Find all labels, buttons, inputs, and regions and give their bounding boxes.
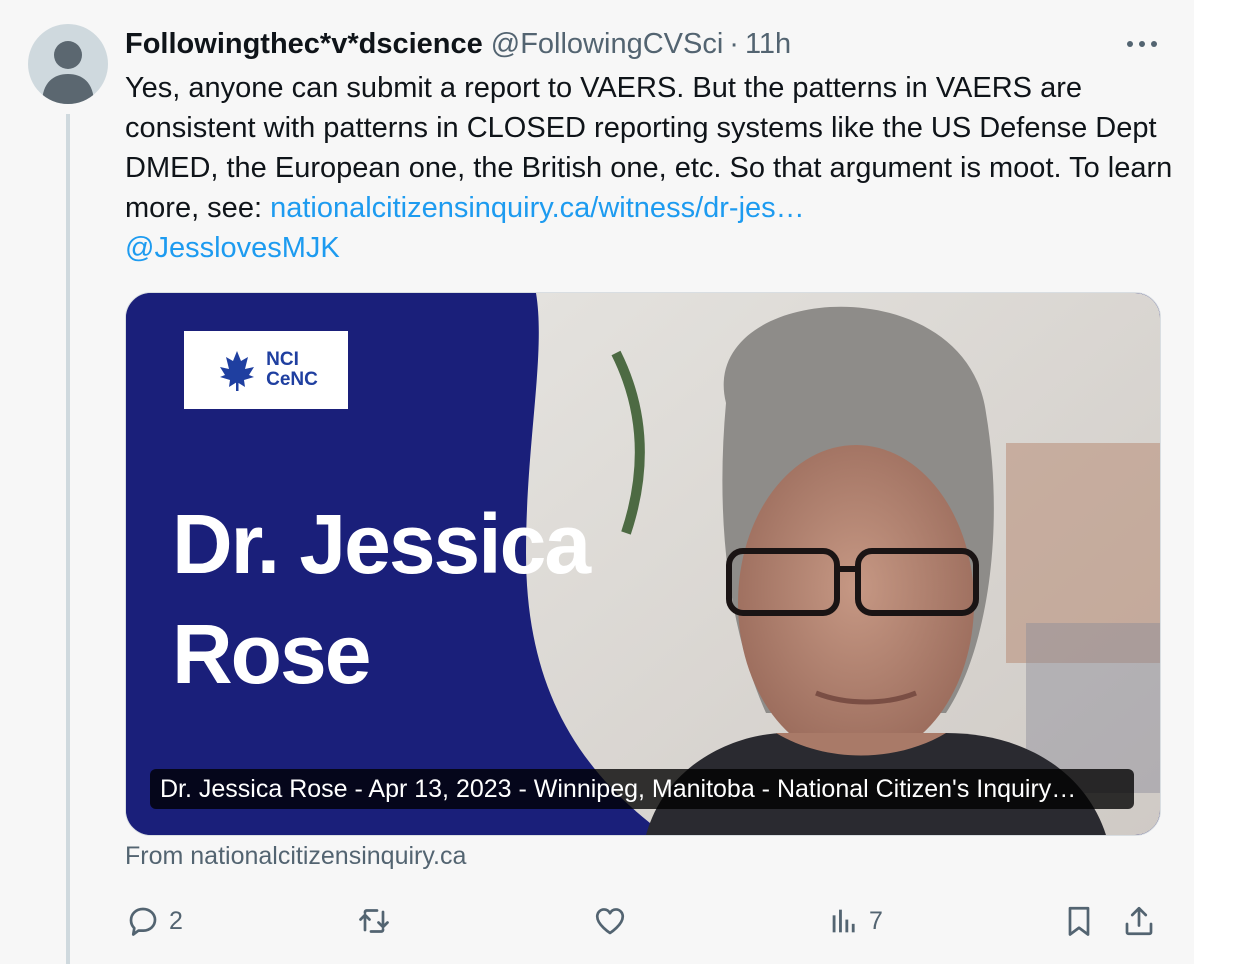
share-button[interactable] bbox=[1121, 898, 1157, 944]
avatar[interactable] bbox=[28, 24, 108, 104]
card-title-line2: Rose bbox=[172, 607, 371, 701]
maple-leaf-icon bbox=[220, 351, 255, 391]
bookmark-icon bbox=[1061, 903, 1097, 939]
mention-link[interactable]: @JesslovesMJK bbox=[125, 232, 340, 264]
views-icon bbox=[827, 903, 861, 939]
retweet-icon bbox=[355, 903, 393, 939]
reply-button[interactable]: 2 bbox=[125, 898, 183, 944]
thread-line bbox=[66, 114, 70, 964]
card-title: Dr. Jessica Rose bbox=[172, 489, 591, 709]
retweet-button[interactable] bbox=[355, 898, 393, 944]
tweet-time[interactable]: 11h bbox=[745, 28, 791, 61]
views-button[interactable]: 7 bbox=[827, 898, 883, 944]
more-icon bbox=[1127, 41, 1157, 47]
like-button[interactable] bbox=[591, 898, 629, 944]
bookmark-button[interactable] bbox=[1061, 898, 1097, 944]
like-icon bbox=[591, 903, 629, 939]
card-source[interactable]: From nationalcitizensinquiry.ca bbox=[125, 842, 466, 871]
more-options-button[interactable] bbox=[1122, 30, 1162, 58]
reply-count: 2 bbox=[169, 906, 183, 935]
card-caption: Dr. Jessica Rose - Apr 13, 2023 - Winnip… bbox=[150, 769, 1134, 809]
reply-icon bbox=[125, 903, 161, 939]
nci-logo: NCI CeNC bbox=[184, 331, 348, 409]
default-avatar-icon bbox=[42, 41, 94, 104]
author-handle[interactable]: @FollowingCVSci bbox=[491, 28, 724, 61]
separator-dot: · bbox=[729, 27, 739, 60]
logo-line-nci: NCI bbox=[266, 349, 299, 370]
right-gutter bbox=[1194, 0, 1234, 964]
tweet-header: Followingthec*v*dscience @FollowingCVSci… bbox=[125, 22, 791, 66]
link-card[interactable]: NCI CeNC Dr. Jessica Rose Dr. Jessica Ro… bbox=[125, 292, 1161, 836]
tweet-text: Yes, anyone can submit a report to VAERS… bbox=[125, 68, 1175, 268]
share-icon bbox=[1121, 903, 1157, 939]
author-name[interactable]: Followingthec*v*dscience bbox=[125, 28, 483, 61]
tweet-actions: 2 7 bbox=[125, 898, 1165, 944]
card-title-line1: Dr. Jessica bbox=[172, 497, 591, 591]
logo-line-cenc: CeNC bbox=[266, 369, 318, 390]
tweet-link[interactable]: nationalcitizensinquiry.ca/witness/dr-je… bbox=[270, 192, 805, 224]
views-count: 7 bbox=[869, 906, 883, 935]
